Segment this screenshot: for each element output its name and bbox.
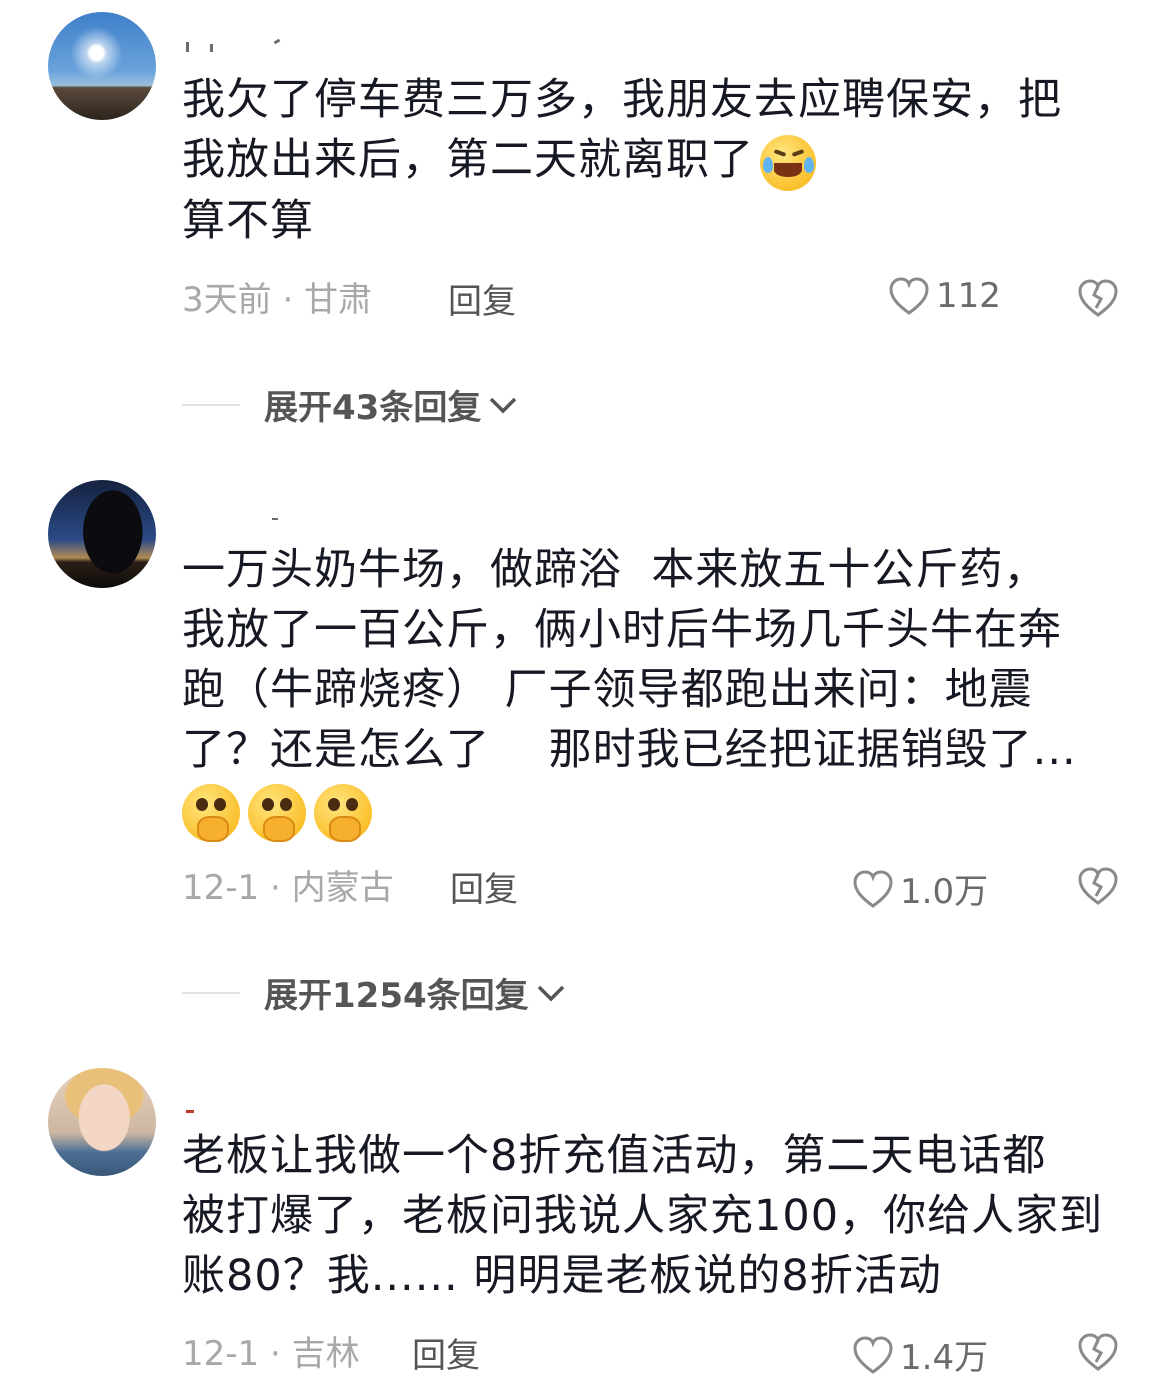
reply-button-2[interactable]: 回复 (450, 862, 518, 911)
expand-label-1: 展开43条回复 (264, 388, 482, 428)
user-avatar-2[interactable] (48, 480, 156, 588)
user-avatar-3[interactable] (48, 1068, 156, 1176)
broken-heart-icon[interactable] (1077, 278, 1119, 318)
pleading-face-emoji-icon (314, 783, 372, 842)
like-count-1: 112 (936, 276, 1001, 316)
chevron-down-icon (490, 397, 517, 413)
user-avatar-1[interactable] (48, 12, 156, 120)
emoji-row (182, 783, 372, 842)
chevron-down-icon (537, 985, 564, 1001)
heart-outline-icon (853, 869, 893, 908)
expand-divider-1 (182, 403, 240, 406)
comment-meta-2: 12-1 · 内蒙古 (182, 867, 394, 908)
heart-outline-icon (853, 1335, 893, 1374)
heart-outline-icon (889, 277, 929, 315)
expand-label-2: 展开1254条回复 (264, 976, 529, 1016)
expand-divider-2 (182, 991, 240, 994)
reply-button-1[interactable]: 回复 (448, 274, 516, 323)
comment-text-2: 一万头奶牛场，做蹄浴 本来放五十公斤药， 我放了一百公斤，俩小时后牛场几千头牛在… (182, 540, 1132, 842)
like-button-3[interactable]: 1.4万 (852, 1330, 988, 1379)
like-button-1[interactable]: 112 (888, 276, 1001, 316)
broken-heart-icon[interactable] (1077, 1332, 1119, 1372)
broken-heart-icon[interactable] (1077, 866, 1119, 906)
like-count-2: 1.0万 (900, 872, 989, 912)
pleading-face-emoji-icon (182, 783, 240, 842)
comment-text-1: 我欠了停车费三万多，我朋友去应聘保安，把 我放出来后，第二天就离职了 算不算 (182, 75, 1062, 246)
laughing-crying-emoji-icon (760, 134, 816, 191)
reply-button-3[interactable]: 回复 (412, 1328, 480, 1377)
comment-meta-3: 12-1 · 吉林 (182, 1333, 360, 1374)
comment-text-3: 老板让我做一个8折充值活动，第二天电话都 被打爆了，老板问我说人家充100，你给… (182, 1131, 1104, 1301)
like-count-3: 1.4万 (900, 1338, 989, 1378)
like-button-2[interactable]: 1.0万 (852, 864, 988, 913)
pleading-face-emoji-icon (248, 783, 306, 842)
expand-replies-button-2[interactable]: 展开1254条回复 (182, 968, 567, 1017)
expand-replies-button-1[interactable]: 展开43条回复 (182, 380, 519, 429)
comment-meta-1: 3天前 · 甘肃 (182, 279, 373, 320)
